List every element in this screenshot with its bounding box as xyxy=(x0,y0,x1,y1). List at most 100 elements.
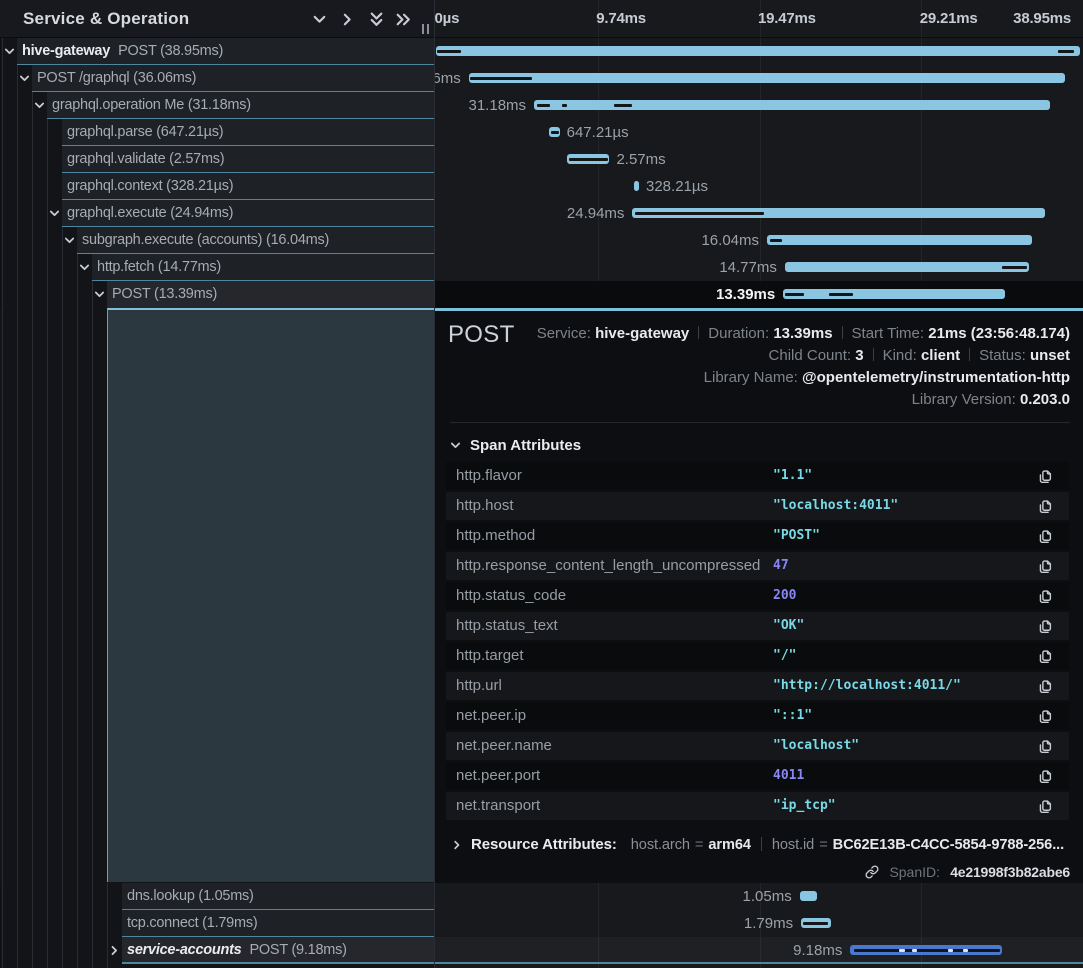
chevron-down-icon[interactable] xyxy=(3,45,16,58)
indent-guide xyxy=(32,227,33,254)
ruler-tick-label: 19.47ms xyxy=(758,10,816,27)
chevron-down-icon[interactable] xyxy=(33,99,46,112)
operation-label: graphql.execute (24.94ms) xyxy=(67,205,233,221)
operation-label: graphql.operation Me (31.18ms) xyxy=(52,97,251,113)
span-detail-meta: Service: hive-gatewayDuration: 13.39msSt… xyxy=(537,323,1070,411)
link-icon[interactable] xyxy=(865,865,879,879)
span-name-label[interactable]: tcp.connect (1.79ms) xyxy=(127,910,257,936)
span-bar[interactable] xyxy=(549,127,560,137)
attribute-row: net.transport"ip_tcp" xyxy=(446,792,1069,820)
resource-attributes-row[interactable]: Resource Attributes: host.arch=arm64host… xyxy=(449,833,1064,857)
span-name-label[interactable]: graphql.validate (2.57ms) xyxy=(67,146,224,172)
span-tree-row[interactable]: graphql.parse (647.21µs) xyxy=(0,119,434,146)
copy-icon[interactable] xyxy=(1038,769,1053,784)
attribute-value: 4011 xyxy=(773,762,804,790)
span-tree-row[interactable]: dns.lookup (1.05ms) xyxy=(0,883,434,910)
indent-guide xyxy=(77,281,78,308)
span-name-label[interactable]: graphql.operation Me (31.18ms) xyxy=(52,92,251,118)
copy-icon[interactable] xyxy=(1038,619,1053,634)
span-name-label[interactable]: dns.lookup (1.05ms) xyxy=(127,883,254,909)
span-tree-row[interactable]: tcp.connect (1.79ms) xyxy=(0,910,434,937)
span-name-label[interactable]: http.fetch (14.77ms) xyxy=(97,254,221,280)
chevron-down-icon[interactable] xyxy=(63,234,76,247)
span-duration-label: 13.39ms xyxy=(716,281,775,308)
span-name-label[interactable]: service-accountsPOST (9.18ms) xyxy=(127,937,347,963)
copy-icon[interactable] xyxy=(1038,799,1053,814)
span-name-label[interactable]: graphql.execute (24.94ms) xyxy=(67,200,233,226)
span-tree-row[interactable]: POST /graphql (36.06ms) xyxy=(0,65,434,92)
span-bar[interactable] xyxy=(534,100,1050,110)
span-bar[interactable] xyxy=(436,46,1080,56)
indent-guide xyxy=(62,883,63,910)
critical-path-segment xyxy=(854,949,1000,952)
expand-one-icon[interactable] xyxy=(339,11,356,28)
span-tree-row[interactable]: http.fetch (14.77ms) xyxy=(0,254,434,281)
copy-icon[interactable] xyxy=(1038,649,1053,664)
timeline-span-row[interactable]: 16.04ms xyxy=(435,227,1083,254)
chevron-down-icon[interactable] xyxy=(48,207,61,220)
span-tree-row[interactable]: graphql.validate (2.57ms) xyxy=(0,146,434,173)
span-tree-row[interactable]: subgraph.execute (accounts) (16.04ms) xyxy=(0,227,434,254)
span-tree-row[interactable]: POST (13.39ms) xyxy=(0,281,434,308)
span-bar[interactable] xyxy=(469,73,1065,83)
span-bar[interactable] xyxy=(801,918,831,928)
copy-icon[interactable] xyxy=(1038,709,1053,724)
timeline-span-row[interactable]: 647.21µs xyxy=(435,119,1083,146)
span-name-label[interactable]: subgraph.execute (accounts) (16.04ms) xyxy=(82,227,329,253)
span-bar[interactable] xyxy=(632,208,1044,218)
timeline-span-row[interactable]: 1.05ms xyxy=(435,883,1083,910)
span-name-label[interactable]: POST /graphql (36.06ms) xyxy=(37,65,196,91)
copy-icon[interactable] xyxy=(1038,679,1053,694)
span-name-label[interactable]: graphql.context (328.21µs) xyxy=(67,173,233,199)
span-bar[interactable] xyxy=(634,181,639,191)
span-name-label[interactable]: POST (13.39ms) xyxy=(112,281,217,307)
copy-icon[interactable] xyxy=(1038,469,1053,484)
expand-all-icon[interactable] xyxy=(395,11,412,28)
span-tree-row[interactable]: graphql.execute (24.94ms) xyxy=(0,200,434,227)
indent-guide xyxy=(2,119,3,146)
child-span-tick xyxy=(899,949,905,952)
column-resizer-grip[interactable] xyxy=(422,24,431,34)
timeline-span-row[interactable] xyxy=(435,38,1083,65)
timeline-span-row[interactable]: 36.06ms xyxy=(435,65,1083,92)
timeline-span-row[interactable]: 2.57ms xyxy=(435,146,1083,173)
attribute-value: "POST" xyxy=(773,522,820,550)
collapse-one-icon[interactable] xyxy=(311,11,328,28)
meta-value: 21ms (23:56:48.174) xyxy=(928,325,1070,342)
ruler-tick-label: 9.74ms xyxy=(596,10,646,27)
span-name-label[interactable]: hive-gatewayPOST (38.95ms) xyxy=(22,38,223,64)
collapse-all-icon[interactable] xyxy=(368,11,385,28)
copy-icon[interactable] xyxy=(1038,589,1053,604)
span-bar[interactable] xyxy=(567,154,609,164)
critical-path-segment xyxy=(569,158,608,161)
copy-icon[interactable] xyxy=(1038,739,1053,754)
timeline-span-row[interactable]: 13.39ms xyxy=(435,281,1083,308)
span-tree-row[interactable]: graphql.operation Me (31.18ms) xyxy=(0,92,434,119)
span-tree-row[interactable]: service-accountsPOST (9.18ms) xyxy=(0,937,434,964)
span-bar[interactable] xyxy=(800,891,817,901)
span-tree-row[interactable]: hive-gatewayPOST (38.95ms) xyxy=(0,38,434,65)
operation-label: graphql.validate (2.57ms) xyxy=(67,151,224,167)
span-name-label[interactable]: graphql.parse (647.21µs) xyxy=(67,119,223,145)
timeline-span-row[interactable]: 328.21µs xyxy=(435,173,1083,200)
row-border xyxy=(435,962,1083,964)
timeline-span-row[interactable]: 31.18ms xyxy=(435,92,1083,119)
detail-row-accent-block[interactable] xyxy=(107,308,434,882)
span-tree-row[interactable]: graphql.context (328.21µs) xyxy=(0,173,434,200)
copy-icon[interactable] xyxy=(1038,559,1053,574)
chevron-down-icon[interactable] xyxy=(18,72,31,85)
span-bar[interactable] xyxy=(783,289,1004,299)
timeline-span-row[interactable]: 1.79ms xyxy=(435,910,1083,937)
attribute-key: net.peer.ip xyxy=(456,702,526,730)
chevron-down-icon[interactable] xyxy=(78,261,91,274)
timeline-span-row[interactable]: 14.77ms xyxy=(435,254,1083,281)
span-bar[interactable] xyxy=(850,945,1002,955)
span-bar[interactable] xyxy=(767,235,1032,245)
span-bar[interactable] xyxy=(785,262,1029,272)
chevron-right-icon[interactable] xyxy=(108,944,121,957)
copy-icon[interactable] xyxy=(1038,499,1053,514)
copy-icon[interactable] xyxy=(1038,529,1053,544)
timeline-span-row[interactable]: 9.18ms xyxy=(435,937,1083,964)
timeline-span-row[interactable]: 24.94ms xyxy=(435,200,1083,227)
chevron-down-icon[interactable] xyxy=(93,288,106,301)
